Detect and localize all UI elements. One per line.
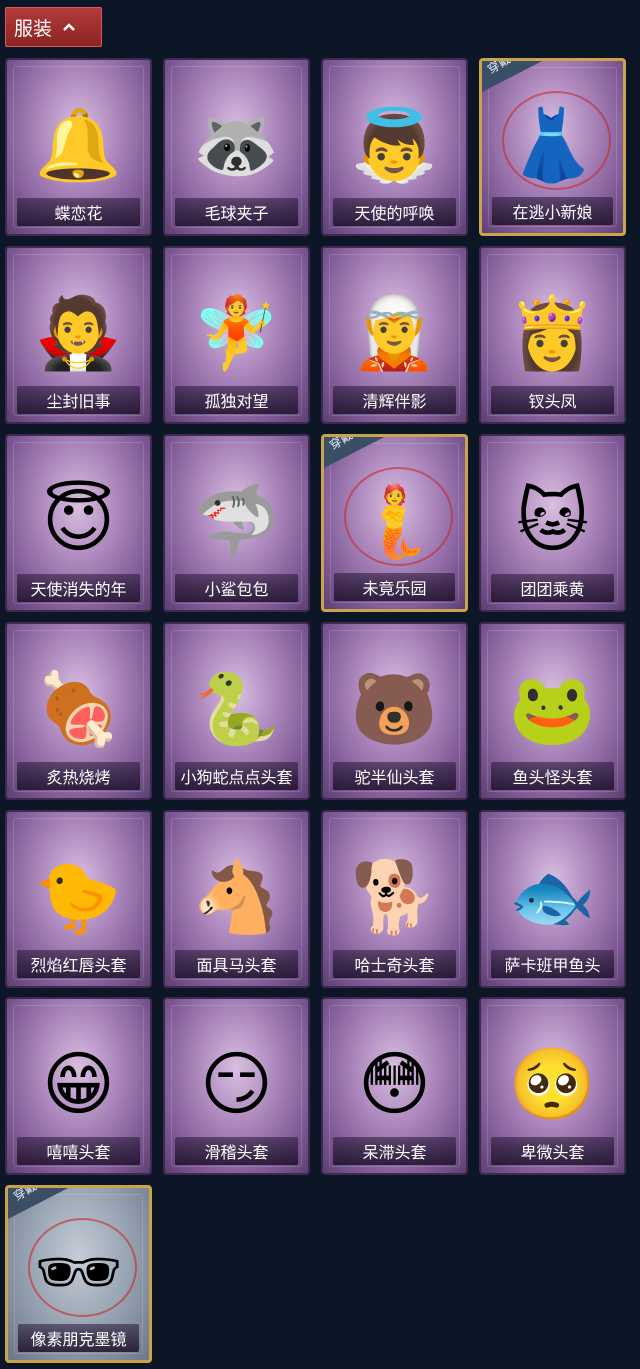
costume-item-card[interactable]: 🦈 小鲨包包 [163, 434, 310, 612]
costume-item-card[interactable]: 🐟 萨卡班甲鱼头 [479, 810, 626, 988]
chevron-up-icon [63, 23, 75, 31]
costume-item-label: 萨卡班甲鱼头 [491, 950, 614, 978]
costume-item-label: 炙热烧烤 [17, 762, 140, 790]
raccoon-drummer-icon: 🦝 [192, 104, 281, 187]
costume-item-card[interactable]: 🐴 面具马头套 [163, 810, 310, 988]
costume-item-label: 鱼头怪头套 [491, 762, 614, 790]
veiled-angel-icon: 😇 [42, 480, 115, 563]
costume-item-label: 蝶恋花 [17, 198, 140, 226]
horse-mask-icon: 🐴 [192, 856, 281, 939]
phoenix-crown-doll-icon: 👸 [508, 292, 597, 375]
costume-item-card[interactable]: 🔔 蝶恋花 [5, 58, 152, 236]
funny-emoji-mask-icon: 😏 [200, 1043, 273, 1126]
costume-item-card[interactable]: 🐍 小狗蛇点点头套 [163, 622, 310, 800]
costume-item-label: 呆滞头套 [333, 1137, 456, 1165]
category-title: 服装 [14, 17, 53, 40]
costume-item-card[interactable]: 😁 嘻嘻头套 [5, 997, 152, 1175]
costume-item-card[interactable]: 🦝 毛球夹子 [163, 58, 310, 236]
costume-item-card[interactable]: 😳 呆滞头套 [321, 997, 468, 1175]
dark-doll-icon: 🧛 [34, 292, 123, 375]
costume-item-card[interactable]: 😇 天使消失的年 [5, 434, 152, 612]
costume-item-label: 驼半仙头套 [333, 762, 456, 790]
stunned-emoji-mask-icon: 😳 [358, 1043, 431, 1126]
costume-item-label: 尘封旧事 [17, 386, 140, 414]
costume-item-card[interactable]: 🐕 哈士奇头套 [321, 810, 468, 988]
costume-item-card[interactable]: 🧚 孤独对望 [163, 246, 310, 424]
costume-item-label: 孤独对望 [175, 386, 298, 414]
costume-item-label: 天使消失的年 [17, 574, 140, 602]
fish-head-mask-icon: 🐸 [508, 668, 597, 751]
costume-item-label: 天使的呼唤 [333, 198, 456, 226]
costume-item-label: 烈焰红唇头套 [17, 950, 140, 978]
shark-bag-icon: 🦈 [192, 480, 281, 563]
bear-sunglasses-mask-icon: 🐻 [350, 668, 439, 751]
pink-star-doll-icon: 🧜 [350, 480, 439, 563]
costume-item-card[interactable]: 😏 滑稽头套 [163, 997, 310, 1175]
round-cat-icon: 🐱 [516, 480, 589, 563]
bell-ornament-icon: 🔔 [34, 104, 123, 187]
costume-item-label: 毛球夹子 [175, 198, 298, 226]
pixel-sunglasses-icon: 🕶 [34, 1231, 123, 1314]
costume-item-card[interactable]: 🐸 鱼头怪头套 [479, 622, 626, 800]
costume-item-label: 小鲨包包 [175, 574, 298, 602]
costume-item-label: 哈士奇头套 [333, 950, 456, 978]
costume-item-card[interactable]: 🐤 烈焰红唇头套 [5, 810, 152, 988]
worn-badge: 穿戴 [8, 1188, 72, 1220]
costume-category-toggle[interactable]: 服装 [5, 7, 102, 47]
bbq-meat-mask-icon: 🍖 [34, 668, 123, 751]
costume-item-card[interactable]: 🐱 团团乘黄 [479, 434, 626, 612]
worn-badge: 穿戴 [482, 61, 546, 93]
costume-item-label: 小狗蛇点点头套 [175, 762, 298, 790]
dog-sunglasses-mask-icon: 🐕 [350, 856, 439, 939]
costume-item-card[interactable]: 🐻 驼半仙头套 [321, 622, 468, 800]
costume-item-label: 卑微头套 [491, 1137, 614, 1165]
costume-item-label: 钗头凤 [491, 386, 614, 414]
costume-item-label: 团团乘黄 [491, 574, 614, 602]
costume-item-card[interactable]: 🧛 尘封旧事 [5, 246, 152, 424]
costume-item-card[interactable]: 🍖 炙热烧烤 [5, 622, 152, 800]
silver-doll-icon: 🧝 [350, 292, 439, 375]
costume-item-card[interactable]: 👸 钗头凤 [479, 246, 626, 424]
costume-item-card[interactable]: 🕶 像素朋克墨镜 穿戴 [5, 1185, 152, 1363]
costume-item-label: 未竟乐园 [334, 573, 455, 601]
costume-item-card[interactable]: 👗 在逃小新娘 穿戴 [479, 58, 626, 236]
costume-item-card[interactable]: 👼 天使的呼唤 [321, 58, 468, 236]
costume-item-label: 面具马头套 [175, 950, 298, 978]
grin-emoji-mask-icon: 😁 [42, 1043, 115, 1126]
angel-doll-icon: 👼 [350, 104, 439, 187]
white-doll-icon: 🧚 [192, 292, 281, 375]
snake-mask-icon: 🐍 [192, 668, 281, 751]
costume-item-label: 像素朋克墨镜 [18, 1324, 139, 1352]
costume-item-card[interactable]: 🧜 未竟乐园 穿戴 [321, 434, 468, 612]
costume-item-label: 嘻嘻头套 [17, 1137, 140, 1165]
costume-item-card[interactable]: 🥺 卑微头套 [479, 997, 626, 1175]
humble-emoji-mask-icon: 🥺 [508, 1043, 597, 1126]
yellow-pikachu-mask-icon: 🐤 [34, 856, 123, 939]
costume-item-label: 在逃小新娘 [492, 197, 613, 225]
red-bride-dress-icon: 👗 [508, 104, 597, 187]
costume-item-label: 清辉伴影 [333, 386, 456, 414]
costume-item-label: 滑稽头套 [175, 1137, 298, 1165]
costume-item-card[interactable]: 🧝 清辉伴影 [321, 246, 468, 424]
fish-round-mask-icon: 🐟 [508, 856, 597, 939]
worn-badge: 穿戴 [324, 437, 388, 469]
